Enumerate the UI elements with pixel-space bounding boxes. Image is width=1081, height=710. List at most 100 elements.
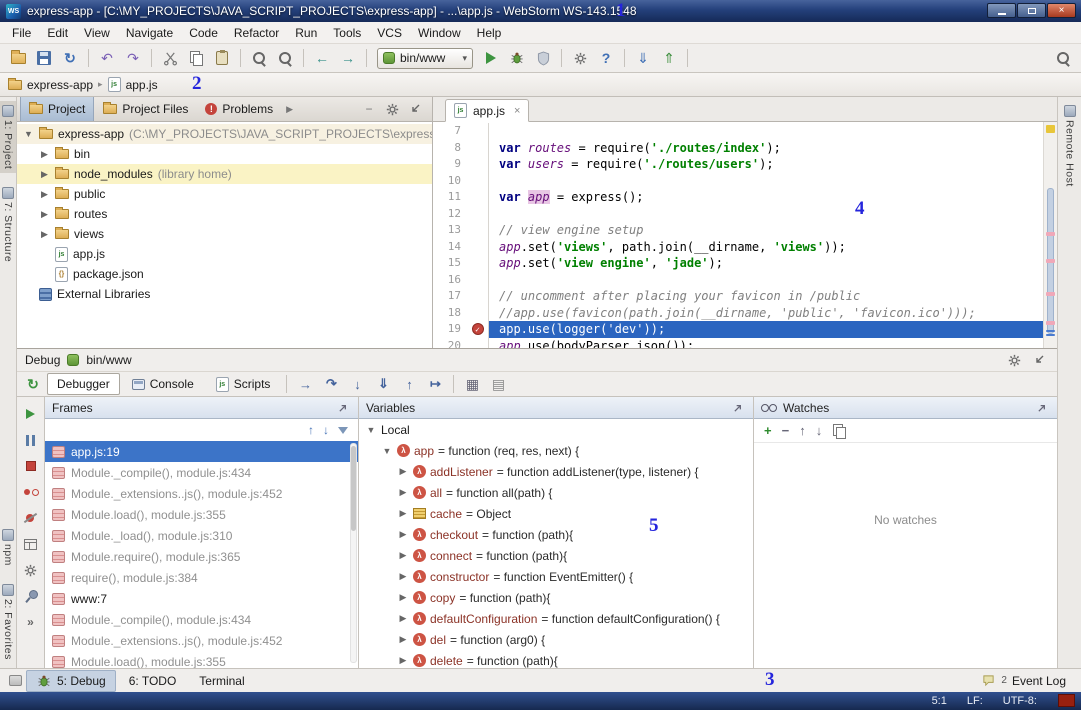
frame-module-compile-module-js-434[interactable]: Module._compile(), module.js:434 <box>45 609 358 630</box>
bottom-tab-terminal[interactable]: Terminal <box>189 671 254 691</box>
project-tab-project-files[interactable]: Project Files <box>95 97 196 121</box>
breadcrumb-express-app[interactable]: express-app <box>8 78 93 92</box>
variable-defaultconfiguration[interactable]: ▶λdefaultConfiguration = function defaul… <box>359 608 753 629</box>
paste-icon[interactable] <box>210 47 234 69</box>
menu-item-code[interactable]: Code <box>181 24 226 42</box>
expander-icon[interactable]: ▼ <box>23 129 34 139</box>
frame-app-js-19[interactable]: app.js:19 <box>45 441 358 462</box>
project-tab-problems[interactable]: !Problems <box>197 97 281 121</box>
undo-icon[interactable]: ↶ <box>95 47 119 69</box>
variable-all[interactable]: ▶λall = function all(path) { <box>359 482 753 503</box>
project-tree-item-package-json[interactable]: {}package.json <box>17 264 432 284</box>
frame-module-load-module-js-355[interactable]: Module.load(), module.js:355 <box>45 504 358 525</box>
expander-icon[interactable]: ▶ <box>397 613 409 624</box>
restore-layout-icon[interactable] <box>20 537 42 551</box>
view-breakpoints-icon[interactable] <box>20 485 42 499</box>
frame-module-load-module-js-355[interactable]: Module.load(), module.js:355 <box>45 651 358 669</box>
expander-icon[interactable]: ▶ <box>39 229 50 240</box>
minimize-button[interactable] <box>987 3 1016 18</box>
expander-icon[interactable]: ▶ <box>397 571 409 582</box>
filter-icon[interactable] <box>338 427 348 434</box>
frame-module-compile-module-js-434[interactable]: Module._compile(), module.js:434 <box>45 462 358 483</box>
collapse-icon[interactable]: − <box>361 101 377 117</box>
event-log-widget[interactable]: 2Event Log <box>980 673 1074 689</box>
hide-icon[interactable] <box>407 101 423 117</box>
project-tree-item-bin[interactable]: ▶bin <box>17 144 432 164</box>
code-line-7[interactable]: 7 <box>433 123 1057 140</box>
frame-down-icon[interactable]: ↓ <box>323 423 329 437</box>
close-button[interactable]: × <box>1047 3 1076 18</box>
code-line-17[interactable]: 17// uncomment after placing your favico… <box>433 288 1057 305</box>
bottom-tab-5-debug[interactable]: 5: Debug <box>26 670 116 692</box>
line-separator-widget[interactable]: LF: <box>967 695 983 707</box>
menu-item-edit[interactable]: Edit <box>39 24 76 42</box>
expander-icon[interactable]: ▶ <box>39 149 50 160</box>
code-line-16[interactable]: 16 <box>433 272 1057 289</box>
expander-icon[interactable]: ▶ <box>397 655 409 666</box>
variable-connect[interactable]: ▶λconnect = function (path){ <box>359 545 753 566</box>
variable-del[interactable]: ▶λdel = function (arg0) { <box>359 629 753 650</box>
up-icon[interactable]: ↑ <box>799 424 806 438</box>
frame-module-load-module-js-310[interactable]: Module._load(), module.js:310 <box>45 525 358 546</box>
frame-up-icon[interactable]: ↑ <box>308 423 314 437</box>
redo-icon[interactable]: ↷ <box>121 47 145 69</box>
frame-module-extensions-js-module-js-452[interactable]: Module._extensions..js(), module.js:452 <box>45 483 358 504</box>
add-watch-icon[interactable]: + <box>764 424 772 438</box>
frame-www-7[interactable]: www:7 <box>45 588 358 609</box>
expander-icon[interactable]: ▶ <box>39 189 50 200</box>
code-line-18[interactable]: 18//app.use(favicon(path.join(__dirname,… <box>433 305 1057 322</box>
remove-icon[interactable]: − <box>782 424 790 438</box>
frame-module-require-module-js-365[interactable]: Module.require(), module.js:365 <box>45 546 358 567</box>
menu-item-run[interactable]: Run <box>287 24 325 42</box>
sync-icon[interactable]: ↻ <box>58 47 82 69</box>
menu-item-tools[interactable]: Tools <box>325 24 369 42</box>
editor-body[interactable]: 78var routes = require('./routes/index')… <box>433 122 1057 348</box>
code-line-11[interactable]: 11var app = express(); <box>433 189 1057 206</box>
tool-stripe-1-project[interactable]: 1: Project <box>0 101 16 173</box>
cut-icon[interactable] <box>158 47 182 69</box>
code-line-10[interactable]: 10 <box>433 173 1057 190</box>
back-icon[interactable]: ← <box>310 47 334 69</box>
expander-icon[interactable]: ▶ <box>39 209 50 220</box>
more-icon[interactable]: » <box>20 615 42 629</box>
frames-scrollbar[interactable] <box>350 443 357 663</box>
code-line-12[interactable]: 12 <box>433 206 1057 223</box>
step-over-icon[interactable]: ↷ <box>319 373 343 395</box>
caret-position-widget[interactable]: 5:1 <box>932 695 947 707</box>
variable-delete[interactable]: ▶λdelete = function (path){ <box>359 650 753 669</box>
float-icon[interactable] <box>1034 400 1050 416</box>
save-icon[interactable] <box>32 47 56 69</box>
frame-module-extensions-js-module-js-452[interactable]: Module._extensions..js(), module.js:452 <box>45 630 358 651</box>
step-into-icon[interactable]: ↓ <box>345 373 369 395</box>
run-icon[interactable] <box>479 47 503 69</box>
expander-icon[interactable]: ▶ <box>397 508 409 519</box>
frames-scrollbar-thumb[interactable] <box>351 446 356 531</box>
expander-icon[interactable]: ▶ <box>397 529 409 540</box>
run-to-cursor-icon[interactable]: ↦ <box>423 373 447 395</box>
maximize-button[interactable] <box>1017 3 1046 18</box>
settings-icon[interactable] <box>568 47 592 69</box>
forward-icon[interactable]: → <box>336 47 360 69</box>
float-icon[interactable] <box>730 400 746 416</box>
project-tree-item-routes[interactable]: ▶routes <box>17 204 432 224</box>
variable-constructor[interactable]: ▶λconstructor = function EventEmitter() … <box>359 566 753 587</box>
code-line-20[interactable]: 20app.use(bodyParser.json()); <box>433 338 1057 349</box>
menu-item-vcs[interactable]: VCS <box>369 24 410 42</box>
menu-item-file[interactable]: File <box>4 24 39 42</box>
project-tree-item-app-js[interactable]: jsapp.js <box>17 244 432 264</box>
expander-icon[interactable]: ▶ <box>397 466 409 477</box>
frame-require-module-js-384[interactable]: require(), module.js:384 <box>45 567 358 588</box>
step-out-icon[interactable]: ↑ <box>397 373 421 395</box>
coverage-icon[interactable] <box>531 47 555 69</box>
open-icon[interactable] <box>6 47 30 69</box>
expander-icon[interactable]: ▼ <box>365 425 377 435</box>
show-execution-point-icon[interactable]: → <box>293 373 317 395</box>
replace-icon[interactable] <box>273 47 297 69</box>
breakpoint-icon[interactable]: ✓ <box>472 323 484 335</box>
force-step-into-icon[interactable]: ⇓ <box>371 373 395 395</box>
pause-icon[interactable] <box>20 433 42 447</box>
tool-stripe-7-structure[interactable]: 7: Structure <box>0 183 16 266</box>
gear-icon[interactable] <box>1006 352 1022 368</box>
code-line-14[interactable]: 14app.set('views', path.join(__dirname, … <box>433 239 1057 256</box>
menu-item-window[interactable]: Window <box>410 24 469 42</box>
